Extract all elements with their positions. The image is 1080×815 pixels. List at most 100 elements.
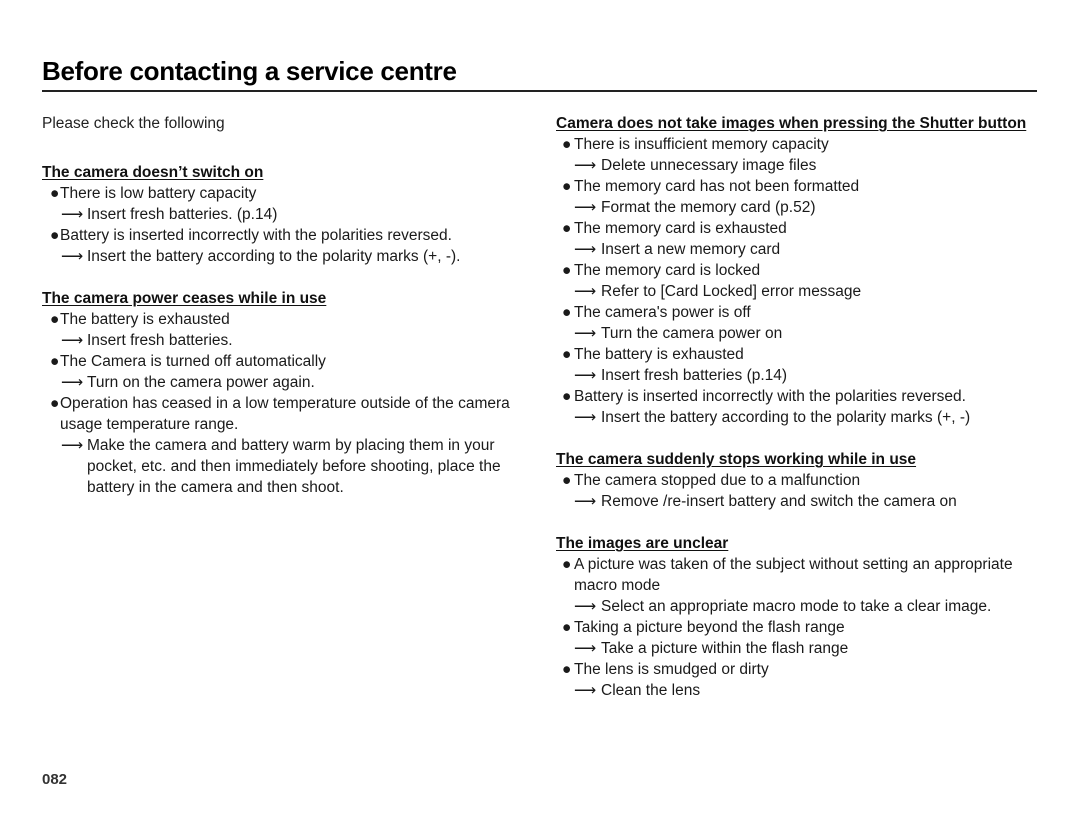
cause-text: The lens is smudged or dirty bbox=[574, 661, 769, 678]
remedy-item: ⟶ Turn the camera power on bbox=[556, 323, 1046, 344]
arrow-right-icon: ⟶ bbox=[574, 241, 597, 258]
remedy-text: Insert fresh batteries. (p.14) bbox=[87, 206, 278, 223]
cause-text: Taking a picture beyond the flash range bbox=[574, 619, 845, 636]
cause-item: ● Battery is inserted incorrectly with th… bbox=[42, 225, 532, 246]
cause-text: The memory card is exhausted bbox=[574, 220, 787, 237]
section-heading: The camera doesn’t switch on bbox=[42, 164, 264, 181]
arrow-right-icon: ⟶ bbox=[574, 640, 597, 657]
bullet-icon: ● bbox=[50, 353, 60, 370]
bullet-icon: ● bbox=[50, 395, 60, 412]
bullet-icon: ● bbox=[562, 472, 572, 489]
bullet-icon: ● bbox=[562, 556, 572, 573]
cause-text: The memory card is locked bbox=[574, 262, 761, 279]
cause-item: ● Operation has ceased in a low temperatu… bbox=[42, 393, 532, 435]
section-camera-power-ceases: The camera power ceases while in use ● Th… bbox=[42, 288, 532, 498]
remedy-text: Insert the battery according to the pola… bbox=[601, 409, 971, 426]
remedy-text: Clean the lens bbox=[601, 682, 701, 699]
remedy-item: ⟶ Insert fresh batteries. (p.14) bbox=[42, 204, 532, 225]
cause-text: There is insufficient memory capacity bbox=[574, 136, 829, 153]
cause-item: ● A picture was taken of the subject with… bbox=[556, 554, 1046, 596]
remedy-item: ⟶ Remove /re-insert battery and switch th… bbox=[556, 491, 1046, 512]
cause-text: Operation has ceased in a low temperatur… bbox=[60, 395, 510, 433]
remedy-item: ⟶ Insert the battery according to the pol… bbox=[556, 407, 1046, 428]
section-heading: The images are unclear bbox=[556, 535, 729, 552]
arrow-right-icon: ⟶ bbox=[574, 157, 597, 174]
cause-item: ● The camera stopped due to a malfunction bbox=[556, 470, 1046, 491]
title-rule bbox=[42, 90, 1037, 92]
arrow-right-icon: ⟶ bbox=[574, 325, 597, 342]
intro-text: Please check the following bbox=[42, 115, 225, 132]
cause-item: ● The camera's power is off bbox=[556, 302, 1046, 323]
bullet-icon: ● bbox=[50, 311, 60, 328]
cause-item: ● The battery is exhausted bbox=[42, 309, 532, 330]
cause-item: ● There is low battery capacity bbox=[42, 183, 532, 204]
arrow-right-icon: ⟶ bbox=[574, 283, 597, 300]
arrow-right-icon: ⟶ bbox=[574, 409, 597, 426]
cause-text: The battery is exhausted bbox=[60, 311, 230, 328]
remedy-text: Delete unnecessary image files bbox=[601, 157, 817, 174]
arrow-right-icon: ⟶ bbox=[574, 493, 597, 510]
section-no-images-on-shutter: Camera does not take images when pressin… bbox=[556, 113, 1046, 428]
section-camera-doesnt-switch-on: The camera doesn’t switch on ● There is l… bbox=[42, 162, 532, 267]
cause-item: ● The battery is exhausted bbox=[556, 344, 1046, 365]
cause-text: The camera's power is off bbox=[574, 304, 751, 321]
cause-text: The memory card has not been formatted bbox=[574, 178, 860, 195]
bullet-icon: ● bbox=[562, 262, 572, 279]
bullet-icon: ● bbox=[562, 178, 572, 195]
cause-item: ● The Camera is turned off automatically bbox=[42, 351, 532, 372]
remedy-item: ⟶ Turn on the camera power again. bbox=[42, 372, 532, 393]
cause-text: A picture was taken of the subject witho… bbox=[574, 556, 1013, 594]
remedy-item: ⟶ Insert a new memory card bbox=[556, 239, 1046, 260]
page-number: 082 bbox=[42, 771, 68, 788]
arrow-right-icon: ⟶ bbox=[574, 598, 597, 615]
bullet-icon: ● bbox=[562, 346, 572, 363]
right-column: Camera does not take images when pressin… bbox=[556, 113, 1046, 701]
cause-text: There is low battery capacity bbox=[60, 185, 257, 202]
cause-item: ● The memory card is locked bbox=[556, 260, 1046, 281]
bullet-icon: ● bbox=[50, 185, 60, 202]
section-heading: The camera suddenly stops working while … bbox=[556, 451, 917, 468]
remedy-text: Make the camera and battery warm by plac… bbox=[87, 437, 501, 496]
remedy-item: ⟶ Format the memory card (p.52) bbox=[556, 197, 1046, 218]
cause-text: The camera stopped due to a malfunction bbox=[574, 472, 861, 489]
cause-text: The battery is exhausted bbox=[574, 346, 744, 363]
remedy-item: ⟶ Make the camera and battery warm by pla… bbox=[42, 435, 532, 498]
remedy-item: ⟶ Clean the lens bbox=[556, 680, 1046, 701]
remedy-item: ⟶ Insert fresh batteries (p.14) bbox=[556, 365, 1046, 386]
cause-item: ● Battery is inserted incorrectly with th… bbox=[556, 386, 1046, 407]
section-images-unclear: The images are unclear ● A picture was ta… bbox=[556, 533, 1046, 701]
arrow-right-icon: ⟶ bbox=[61, 437, 84, 454]
page-title: Before contacting a service centre bbox=[42, 56, 457, 86]
section-camera-stops-working: The camera suddenly stops working while … bbox=[556, 449, 1046, 512]
arrow-right-icon: ⟶ bbox=[61, 332, 84, 349]
remedy-item: ⟶ Insert the battery according to the pol… bbox=[42, 246, 532, 267]
arrow-right-icon: ⟶ bbox=[574, 367, 597, 384]
bullet-icon: ● bbox=[562, 661, 572, 678]
bullet-icon: ● bbox=[562, 304, 572, 321]
left-column: Please check the following The camera do… bbox=[42, 113, 532, 498]
arrow-right-icon: ⟶ bbox=[574, 682, 597, 699]
remedy-text: Remove /re-insert battery and switch the… bbox=[601, 493, 957, 510]
section-heading: The camera power ceases while in use bbox=[42, 290, 327, 307]
remedy-item: ⟶ Take a picture within the flash range bbox=[556, 638, 1046, 659]
remedy-text: Refer to [Card Locked] error message bbox=[601, 283, 862, 300]
arrow-right-icon: ⟶ bbox=[61, 206, 84, 223]
remedy-text: Insert a new memory card bbox=[601, 241, 781, 258]
bullet-icon: ● bbox=[562, 220, 572, 237]
cause-item: ● The memory card is exhausted bbox=[556, 218, 1046, 239]
bullet-icon: ● bbox=[562, 136, 572, 153]
remedy-item: ⟶ Delete unnecessary image files bbox=[556, 155, 1046, 176]
remedy-text: Take a picture within the flash range bbox=[601, 640, 849, 657]
remedy-text: Turn on the camera power again. bbox=[87, 374, 315, 391]
cause-item: ● Taking a picture beyond the flash range bbox=[556, 617, 1046, 638]
bullet-icon: ● bbox=[562, 388, 572, 405]
section-heading: Camera does not take images when pressin… bbox=[556, 115, 1027, 132]
remedy-item: ⟶ Insert fresh batteries. bbox=[42, 330, 532, 351]
remedy-text: Turn the camera power on bbox=[601, 325, 783, 342]
remedy-item: ⟶ Refer to [Card Locked] error message bbox=[556, 281, 1046, 302]
cause-text: Battery is inserted incorrectly with the… bbox=[574, 388, 966, 405]
arrow-right-icon: ⟶ bbox=[61, 374, 84, 391]
